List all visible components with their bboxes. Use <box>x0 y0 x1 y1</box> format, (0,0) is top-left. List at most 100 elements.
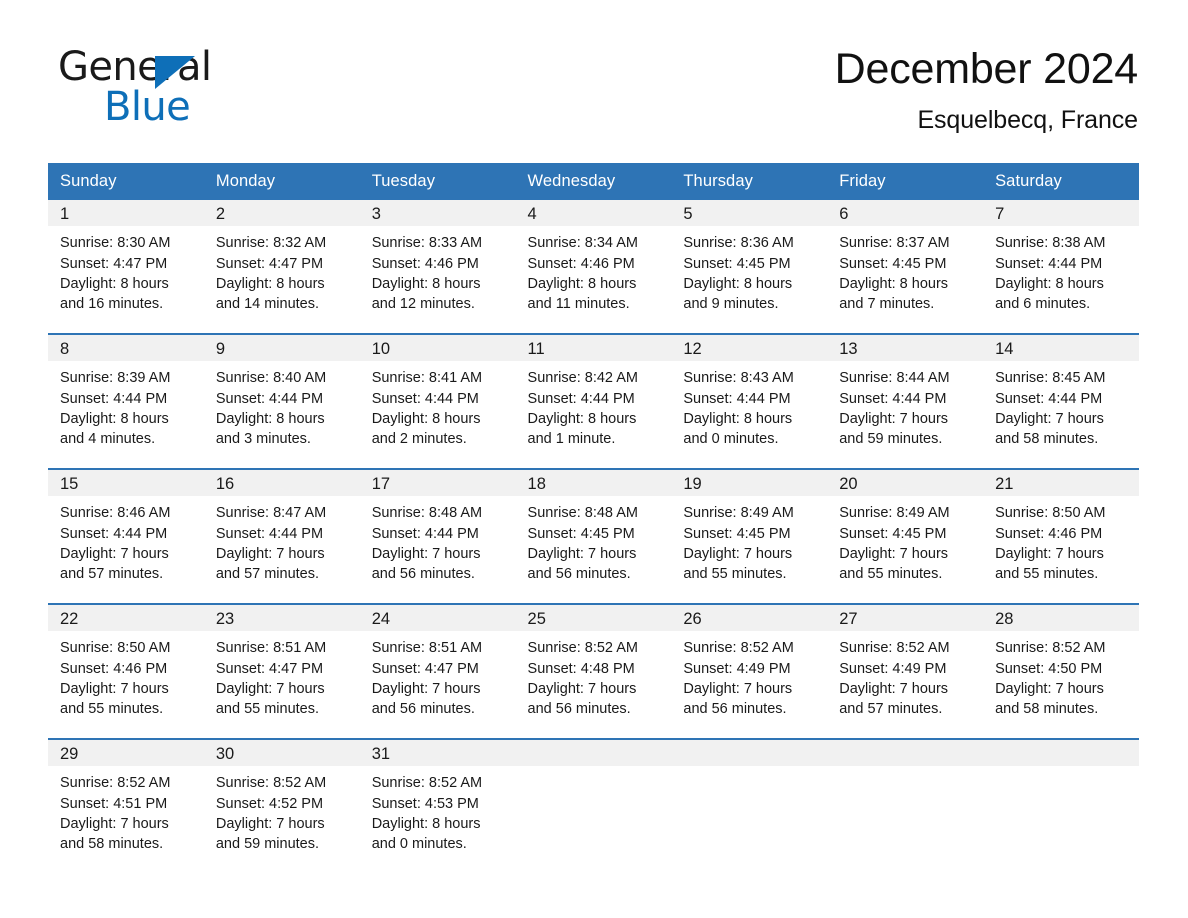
day-cell[interactable]: 16 Sunrise: 8:47 AM Sunset: 4:44 PM Dayl… <box>203 470 360 584</box>
daylight-text-line1: Daylight: 7 hours <box>839 545 949 562</box>
daylight-text-line1: Daylight: 8 hours <box>683 410 793 427</box>
weekday-header-thursday: Thursday <box>671 163 828 201</box>
day-cell[interactable]: 4 Sunrise: 8:34 AM Sunset: 4:46 PM Dayli… <box>515 200 672 314</box>
sunrise-text: Sunrise: 8:45 AM <box>995 370 1106 387</box>
daylight-text-line2: and 56 minutes. <box>527 701 631 718</box>
day-details: Sunrise: 8:40 AM Sunset: 4:44 PM Dayligh… <box>204 361 360 449</box>
generalblue-logo[interactable]: General Blue <box>58 44 248 130</box>
sunset-text: Sunset: 4:44 PM <box>995 390 1103 407</box>
sunset-text: Sunset: 4:44 PM <box>215 525 324 542</box>
daylight-text-line1: Daylight: 8 hours <box>60 410 169 427</box>
sunrise-text: Sunrise: 8:43 AM <box>683 370 794 387</box>
day-cell[interactable]: 6 Sunrise: 8:37 AM Sunset: 4:45 PM Dayli… <box>827 200 984 314</box>
daylight-text-line2: and 6 minutes. <box>995 296 1091 313</box>
sunrise-text: Sunrise: 8:52 AM <box>527 640 638 657</box>
daylight-text-line1: Daylight: 7 hours <box>60 815 169 832</box>
day-cell[interactable]: 8 Sunrise: 8:39 AM Sunset: 4:44 PM Dayli… <box>48 335 204 449</box>
day-details: Sunrise: 8:38 AM Sunset: 4:44 PM Dayligh… <box>983 226 1139 314</box>
calendar-header-row: Sunday Monday Tuesday Wednesday Thursday… <box>48 163 1139 201</box>
sunset-text: Sunset: 4:45 PM <box>683 255 791 272</box>
daylight-text-line1: Daylight: 8 hours <box>371 815 481 832</box>
sunrise-text: Sunrise: 8:32 AM <box>215 235 327 252</box>
day-details: Sunrise: 8:48 AM Sunset: 4:45 PM Dayligh… <box>516 496 672 584</box>
day-number: 13 <box>827 335 984 362</box>
day-details: Sunrise: 8:49 AM Sunset: 4:45 PM Dayligh… <box>671 496 827 584</box>
daylight-text-line1: Daylight: 8 hours <box>371 410 481 427</box>
day-cell[interactable]: 15 Sunrise: 8:46 AM Sunset: 4:44 PM Dayl… <box>48 470 204 584</box>
sunset-text: Sunset: 4:46 PM <box>995 525 1103 542</box>
day-cell[interactable]: 18 Sunrise: 8:48 AM Sunset: 4:45 PM Dayl… <box>515 470 672 584</box>
sunset-text: Sunset: 4:46 PM <box>60 660 168 677</box>
sunrise-text: Sunrise: 8:52 AM <box>60 775 171 792</box>
day-details: Sunrise: 8:41 AM Sunset: 4:44 PM Dayligh… <box>360 361 516 449</box>
daylight-text-line1: Daylight: 7 hours <box>683 680 793 697</box>
sunrise-text: Sunrise: 8:48 AM <box>527 505 638 522</box>
day-cell[interactable]: 23 Sunrise: 8:51 AM Sunset: 4:47 PM Dayl… <box>203 605 360 719</box>
day-cell[interactable]: 20 Sunrise: 8:49 AM Sunset: 4:45 PM Dayl… <box>827 470 984 584</box>
day-cell[interactable]: 19 Sunrise: 8:49 AM Sunset: 4:45 PM Dayl… <box>671 470 828 584</box>
day-cell[interactable]: 29 Sunrise: 8:52 AM Sunset: 4:51 PM Dayl… <box>48 740 204 854</box>
daylight-text-line1: Daylight: 7 hours <box>215 680 325 697</box>
day-details: Sunrise: 8:46 AM Sunset: 4:44 PM Dayligh… <box>48 496 204 584</box>
day-cell[interactable]: 24 Sunrise: 8:51 AM Sunset: 4:47 PM Dayl… <box>359 605 516 719</box>
day-cell[interactable]: 26 Sunrise: 8:52 AM Sunset: 4:49 PM Dayl… <box>671 605 828 719</box>
calendar-week-row: 1 Sunrise: 8:30 AM Sunset: 4:47 PM Dayli… <box>48 200 1139 314</box>
day-cell[interactable]: 28 Sunrise: 8:52 AM Sunset: 4:50 PM Dayl… <box>983 605 1139 719</box>
day-cell[interactable]: 1 Sunrise: 8:30 AM Sunset: 4:47 PM Dayli… <box>48 200 204 314</box>
sunset-text: Sunset: 4:52 PM <box>215 795 324 812</box>
day-number: 15 <box>48 470 204 497</box>
daylight-text-line1: Daylight: 8 hours <box>215 275 325 292</box>
daylight-text-line2: and 59 minutes. <box>215 836 320 853</box>
day-details: Sunrise: 8:47 AM Sunset: 4:44 PM Dayligh… <box>204 496 360 584</box>
day-number: 18 <box>515 470 672 497</box>
day-cell[interactable]: 31 Sunrise: 8:52 AM Sunset: 4:53 PM Dayl… <box>359 740 516 854</box>
day-cell[interactable]: 22 Sunrise: 8:50 AM Sunset: 4:46 PM Dayl… <box>48 605 204 719</box>
day-details: Sunrise: 8:52 AM Sunset: 4:52 PM Dayligh… <box>204 766 360 854</box>
sunset-text: Sunset: 4:49 PM <box>839 660 947 677</box>
daylight-text-line1: Daylight: 7 hours <box>60 545 169 562</box>
day-details: Sunrise: 8:49 AM Sunset: 4:45 PM Dayligh… <box>827 496 983 584</box>
day-details: Sunrise: 8:36 AM Sunset: 4:45 PM Dayligh… <box>671 226 827 314</box>
sunset-text: Sunset: 4:51 PM <box>60 795 168 812</box>
day-details: Sunrise: 8:45 AM Sunset: 4:44 PM Dayligh… <box>983 361 1139 449</box>
day-cell[interactable]: 3 Sunrise: 8:33 AM Sunset: 4:46 PM Dayli… <box>359 200 516 314</box>
day-details: Sunrise: 8:51 AM Sunset: 4:47 PM Dayligh… <box>360 631 516 719</box>
sunset-text: Sunset: 4:47 PM <box>371 660 479 677</box>
sunrise-text: Sunrise: 8:38 AM <box>995 235 1106 252</box>
day-details: Sunrise: 8:32 AM Sunset: 4:47 PM Dayligh… <box>204 226 360 314</box>
day-cell[interactable]: 11 Sunrise: 8:42 AM Sunset: 4:44 PM Dayl… <box>515 335 672 449</box>
sunset-text: Sunset: 4:49 PM <box>683 660 791 677</box>
weekday-header-monday: Monday <box>203 163 360 201</box>
day-number: 1 <box>48 200 204 227</box>
day-details: Sunrise: 8:51 AM Sunset: 4:47 PM Dayligh… <box>204 631 360 719</box>
day-cell[interactable]: 14 Sunrise: 8:45 AM Sunset: 4:44 PM Dayl… <box>983 335 1139 449</box>
day-details: Sunrise: 8:42 AM Sunset: 4:44 PM Dayligh… <box>516 361 672 449</box>
day-cell[interactable]: 2 Sunrise: 8:32 AM Sunset: 4:47 PM Dayli… <box>203 200 360 314</box>
day-cell[interactable]: 5 Sunrise: 8:36 AM Sunset: 4:45 PM Dayli… <box>671 200 828 314</box>
sunset-text: Sunset: 4:45 PM <box>683 525 791 542</box>
day-cell[interactable]: 30 Sunrise: 8:52 AM Sunset: 4:52 PM Dayl… <box>203 740 360 854</box>
daylight-text-line2: and 58 minutes. <box>995 431 1099 448</box>
day-cell[interactable]: 10 Sunrise: 8:41 AM Sunset: 4:44 PM Dayl… <box>359 335 516 449</box>
day-cell[interactable]: 7 Sunrise: 8:38 AM Sunset: 4:44 PM Dayli… <box>983 200 1139 314</box>
daylight-text-line2: and 12 minutes. <box>371 296 475 313</box>
day-number: 28 <box>983 605 1139 632</box>
day-cell[interactable]: 27 Sunrise: 8:52 AM Sunset: 4:49 PM Dayl… <box>827 605 984 719</box>
day-cell[interactable]: 17 Sunrise: 8:48 AM Sunset: 4:44 PM Dayl… <box>359 470 516 584</box>
day-cell[interactable]: 25 Sunrise: 8:52 AM Sunset: 4:48 PM Dayl… <box>515 605 672 719</box>
daylight-text-line2: and 0 minutes. <box>371 836 467 853</box>
sunset-text: Sunset: 4:47 PM <box>215 255 324 272</box>
calendar-table: Sunday Monday Tuesday Wednesday Thursday… <box>48 163 1139 854</box>
day-number: 5 <box>671 200 828 227</box>
day-cell[interactable]: 21 Sunrise: 8:50 AM Sunset: 4:46 PM Dayl… <box>983 470 1139 584</box>
sunrise-text: Sunrise: 8:42 AM <box>527 370 638 387</box>
day-cell[interactable]: 9 Sunrise: 8:40 AM Sunset: 4:44 PM Dayli… <box>203 335 360 449</box>
day-cell[interactable]: 13 Sunrise: 8:44 AM Sunset: 4:44 PM Dayl… <box>827 335 984 449</box>
sunrise-text: Sunrise: 8:30 AM <box>60 235 171 252</box>
weekday-header-tuesday: Tuesday <box>359 163 516 201</box>
day-details: Sunrise: 8:33 AM Sunset: 4:46 PM Dayligh… <box>360 226 516 314</box>
day-details: Sunrise: 8:37 AM Sunset: 4:45 PM Dayligh… <box>827 226 983 314</box>
daylight-text-line1: Daylight: 7 hours <box>995 680 1104 697</box>
day-cell[interactable]: 12 Sunrise: 8:43 AM Sunset: 4:44 PM Dayl… <box>671 335 828 449</box>
day-details: Sunrise: 8:50 AM Sunset: 4:46 PM Dayligh… <box>48 631 204 719</box>
